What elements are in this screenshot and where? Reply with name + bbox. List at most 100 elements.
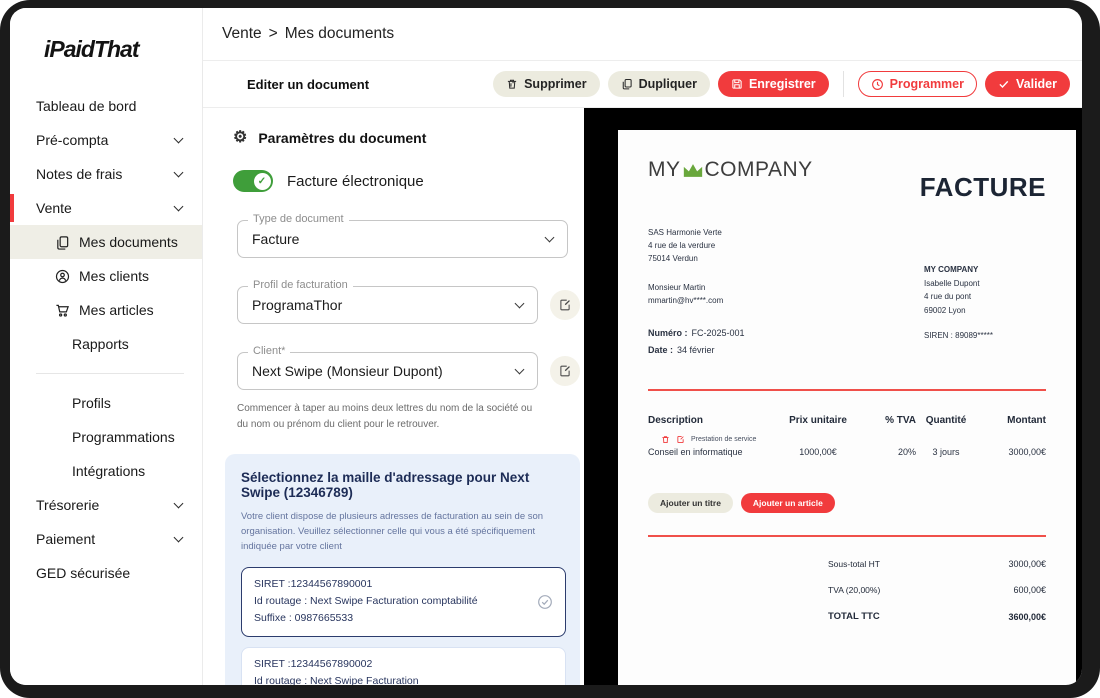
sidebar-item-label: Intégrations — [72, 463, 145, 479]
sidebar-item-label: Vente — [36, 200, 72, 216]
clock-icon — [871, 78, 884, 91]
addressing-option-1[interactable]: SIRET :12344567890001 Id routage : Next … — [241, 567, 566, 637]
field-value: ProgramaThor — [252, 297, 506, 313]
sidebar-item-label: Rapports — [72, 336, 129, 352]
enregistrer-button[interactable]: Enregistrer — [718, 71, 829, 97]
sidebar-item-ged-securisee[interactable]: GED sécurisée — [10, 556, 202, 590]
breadcrumb-section[interactable]: Vente — [222, 25, 262, 43]
sidebar-item-integrations[interactable]: Intégrations — [10, 454, 202, 488]
siret-line: SIRET :12344567890001 — [254, 576, 529, 593]
sidebar-item-label: Paiement — [36, 531, 95, 547]
recipient-address: MY COMPANY Isabelle Dupont 4 rue du pont… — [924, 263, 1046, 359]
field-value: Next Swipe (Monsieur Dupont) — [252, 363, 506, 379]
sidebar-item-pre-compta[interactable]: Pré-compta — [10, 123, 202, 157]
sidebar-item-label: Programmations — [72, 429, 175, 445]
sidebar-item-label: Notes de frais — [36, 166, 122, 182]
sidebar-item-programmations[interactable]: Programmations — [10, 420, 202, 454]
suffix-line: Suffixe : 0987665533 — [254, 610, 529, 627]
sidebar-item-paiement[interactable]: Paiement — [10, 522, 202, 556]
section-title: Paramètres du document — [258, 130, 426, 146]
invoice-line-item: Conseil en informatique 1000,00€ 20% 3 j… — [648, 447, 1046, 457]
chevron-down-icon — [545, 232, 555, 242]
chevron-down-icon — [174, 133, 184, 143]
routing-line: Id routage : Next Swipe Facturation — [254, 673, 553, 685]
logo-text: iPaidThat — [44, 36, 139, 62]
sidebar-item-label: Trésorerie — [36, 497, 99, 513]
subtotal-row: Sous-total HT 3000,00€ — [828, 551, 1046, 577]
ajouter-un-titre-button[interactable]: Ajouter un titre — [648, 493, 733, 513]
field-label: Client* — [248, 345, 290, 357]
toggle-check-icon: ✓ — [254, 173, 271, 190]
crown-icon — [682, 163, 704, 178]
sidebar-item-label: Mes articles — [79, 302, 154, 318]
addressing-description: Votre client dispose de plusieurs adress… — [241, 509, 566, 555]
sidebar-item-label: Pré-compta — [36, 132, 108, 148]
sidebar-item-tableau-de-bord[interactable]: Tableau de bord — [10, 89, 202, 123]
sidebar-item-mes-articles[interactable]: Mes articles — [10, 293, 202, 327]
programmer-button[interactable]: Programmer — [858, 71, 977, 97]
sidebar-item-label: Mes clients — [79, 268, 149, 284]
invoice-divider — [648, 389, 1046, 391]
profil-de-facturation-select[interactable]: Profil de facturation ProgramaThor — [237, 286, 538, 324]
field-label: Profil de facturation — [248, 279, 353, 291]
edit-document-icon — [558, 364, 572, 378]
sidebar-item-notes-de-frais[interactable]: Notes de frais — [10, 157, 202, 191]
edit-client-button[interactable] — [550, 356, 580, 386]
chevron-down-icon — [174, 201, 184, 211]
sidebar-item-mes-documents[interactable]: Mes documents — [10, 225, 202, 259]
valider-button[interactable]: Valider — [985, 71, 1070, 97]
row-tools: Prestation de service — [661, 435, 1046, 444]
sidebar-item-vente[interactable]: Vente — [10, 191, 202, 225]
sender-contact: Monsieur Martin mmartin@hv****.com — [648, 282, 745, 308]
check-icon — [998, 78, 1010, 90]
parametres-section-header: ⚙ Paramètres du document — [203, 130, 584, 146]
active-section-indicator — [10, 194, 14, 222]
vat-row: TVA (20,00%) 600,00€ — [828, 577, 1046, 603]
sidebar-item-mes-clients[interactable]: Mes clients — [10, 259, 202, 293]
type-de-document-select[interactable]: Type de document Facture — [237, 220, 568, 258]
edit-document-icon — [558, 298, 572, 312]
sidebar-item-label: Tableau de bord — [36, 98, 136, 114]
dupliquer-button[interactable]: Dupliquer — [608, 71, 710, 97]
einvoice-toggle-row: ✓ Facture électronique — [233, 170, 584, 192]
siret-line: SIRET :12344567890002 — [254, 656, 553, 673]
documents-icon — [55, 235, 70, 250]
client-helper-text: Commencer à taper au moins deux lettres … — [237, 401, 542, 432]
check-circle-icon — [537, 594, 553, 610]
copy-icon — [621, 78, 633, 90]
sidebar-item-label: GED sécurisée — [36, 565, 130, 581]
invoice-title: FACTURE — [920, 172, 1046, 203]
invoice-table: Description Prix unitaire % TVA Quantité… — [648, 415, 1046, 457]
invoice-totals: Sous-total HT 3000,00€ TVA (20,00%) 600,… — [828, 551, 1046, 630]
sidebar-divider — [36, 373, 184, 374]
invoice-meta: Numéro :FC-2025-001 Date :34 février — [648, 325, 745, 359]
page-title: Editer un document — [247, 77, 369, 92]
einvoice-toggle[interactable]: ✓ — [233, 170, 273, 192]
addressing-option-2[interactable]: SIRET :12344567890002 Id routage : Next … — [241, 647, 566, 686]
sidebar-item-label: Profils — [72, 395, 111, 411]
invoice-preview-panel: MY COMPANY FACTURE SAS Harmonie Verte 4 … — [584, 108, 1082, 685]
breadcrumb: Vente > Mes documents — [203, 8, 1082, 61]
breadcrumb-page: Mes documents — [285, 25, 394, 43]
invoice-divider — [648, 535, 1046, 537]
supprimer-button[interactable]: Supprimer — [493, 71, 600, 97]
clients-icon — [55, 269, 70, 284]
document-editor-panel: ⚙ Paramètres du document ✓ Facture élect… — [203, 108, 584, 685]
row-tag: Prestation de service — [691, 436, 756, 443]
ajouter-un-article-button[interactable]: Ajouter un article — [741, 493, 835, 513]
chevron-down-icon — [515, 298, 525, 308]
client-select[interactable]: Client* Next Swipe (Monsieur Dupont) — [237, 352, 538, 390]
sender-address: SAS Harmonie Verte 4 rue de la verdure 7… — [648, 227, 745, 265]
edit-document-icon[interactable] — [676, 435, 685, 444]
sidebar-item-rapports[interactable]: Rapports — [10, 327, 202, 361]
siren-number: SIREN : 89089***** — [924, 329, 1046, 343]
sidebar: iPaidThat Tableau de bord Pré-compta Not… — [10, 8, 203, 685]
chevron-down-icon — [515, 364, 525, 374]
main-area: Vente > Mes documents Editer un document… — [203, 8, 1082, 685]
save-icon — [731, 78, 743, 90]
addressing-title: Sélectionnez la maille d'adressage pour … — [241, 470, 566, 500]
sidebar-item-tresorerie[interactable]: Trésorerie — [10, 488, 202, 522]
sidebar-item-profils[interactable]: Profils — [10, 386, 202, 420]
trash-icon[interactable] — [661, 435, 670, 444]
edit-profile-button[interactable] — [550, 290, 580, 320]
